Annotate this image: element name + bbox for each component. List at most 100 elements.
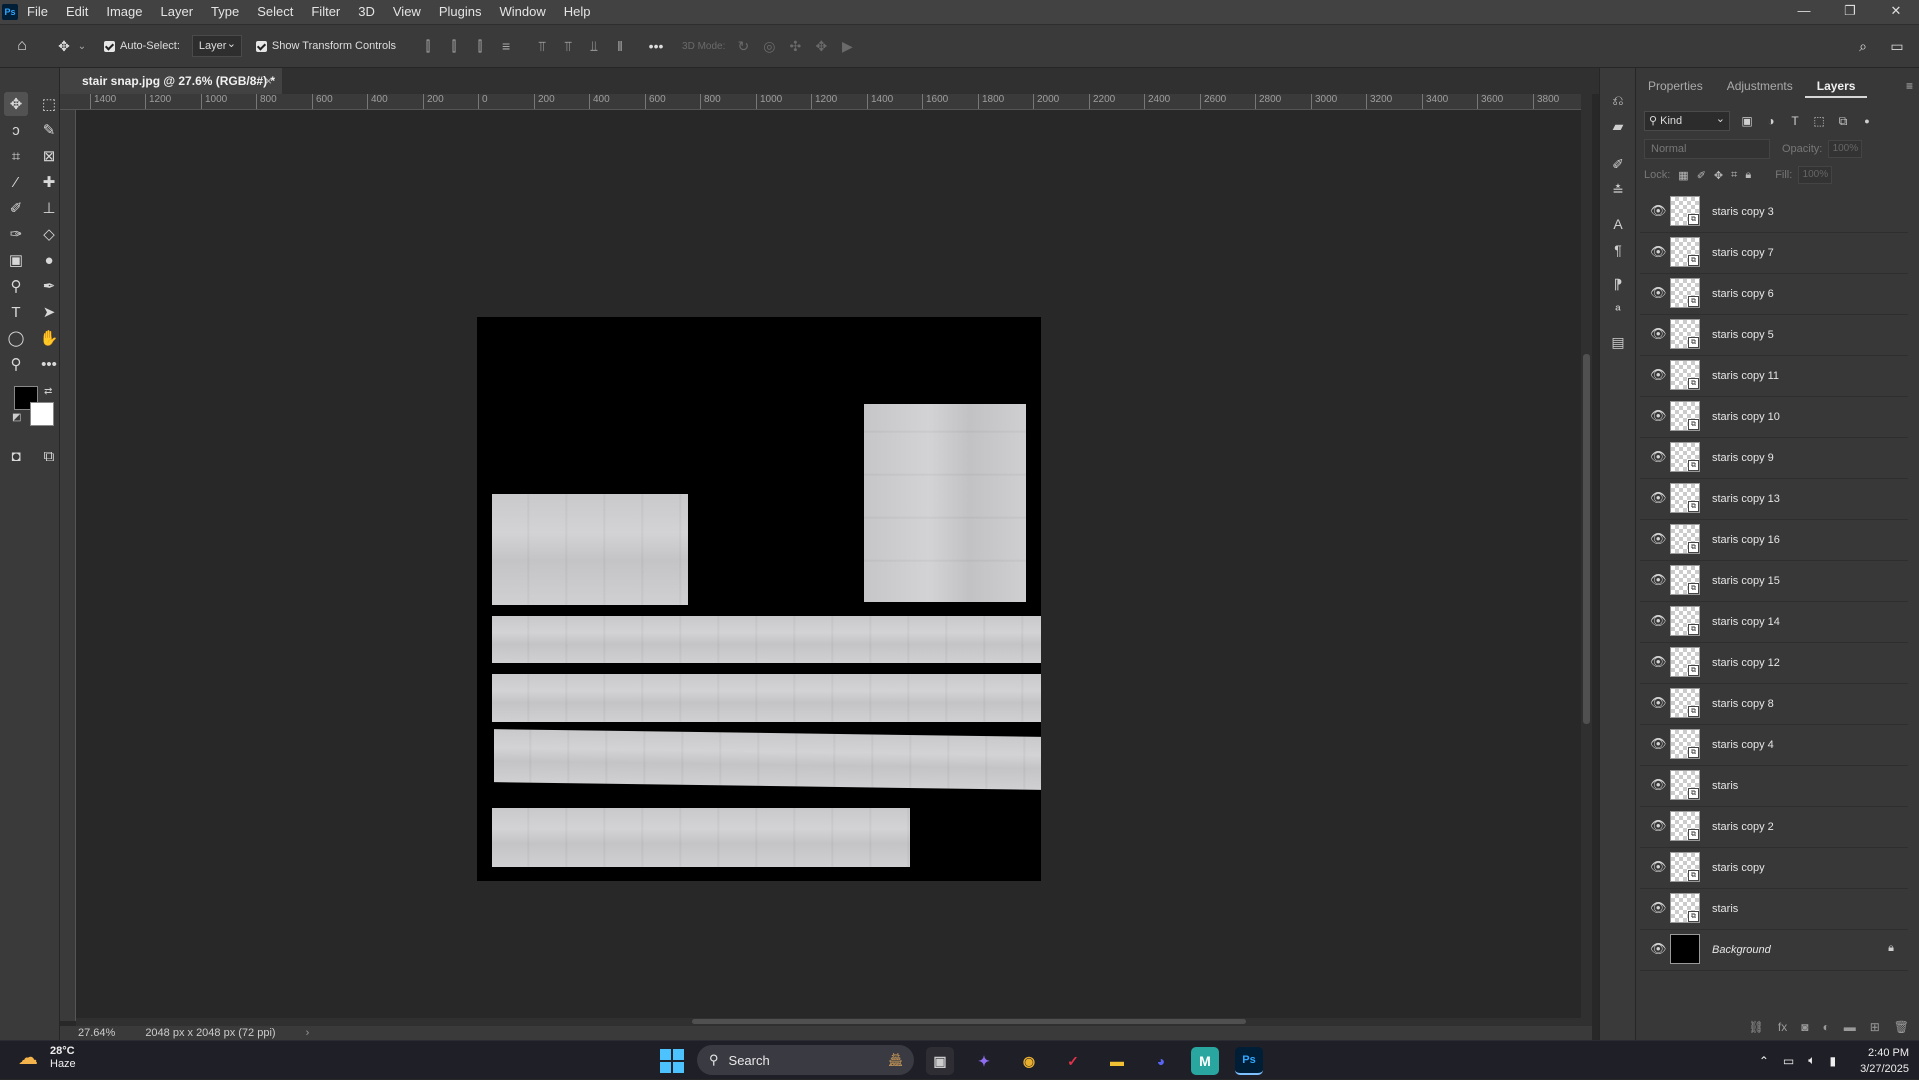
- quick-select-tool-icon[interactable]: ✎: [37, 118, 61, 142]
- marquee-tool-icon[interactable]: ⬚: [37, 92, 61, 116]
- 3d-slide-icon[interactable]: ✥: [813, 38, 829, 55]
- add-mask-icon[interactable]: ◙: [1801, 1020, 1808, 1034]
- stamp-tool-icon[interactable]: ⊥: [37, 196, 61, 220]
- brush-tool-icon[interactable]: ✐: [4, 196, 28, 220]
- hand-tool-icon[interactable]: ✋: [37, 326, 61, 350]
- smart-object-filter-icon[interactable]: ⧉: [1836, 114, 1850, 129]
- eye-icon[interactable]: 👁︎: [1650, 532, 1667, 546]
- eye-icon[interactable]: 👁︎: [1650, 655, 1667, 669]
- document-canvas[interactable]: [477, 317, 1041, 881]
- layer-row[interactable]: 👁︎ ⧉ staris copy 12: [1640, 643, 1908, 684]
- link-layers-icon[interactable]: ⛓: [1749, 1020, 1764, 1034]
- align-bottom-icon[interactable]: ⫫: [586, 38, 602, 55]
- scrollbar-thumb[interactable]: [1583, 354, 1590, 724]
- workspace-icon[interactable]: ▭: [1889, 38, 1905, 55]
- type-tool-icon[interactable]: T: [4, 300, 28, 324]
- app-icon[interactable]: ✓: [1059, 1047, 1087, 1075]
- ellipse-tool-icon[interactable]: ◯: [4, 326, 28, 350]
- opacity-input[interactable]: 100%: [1828, 140, 1863, 158]
- minimize-button[interactable]: —: [1781, 0, 1827, 24]
- swap-colors-icon[interactable]: ⇄: [44, 386, 52, 397]
- chevron-up-icon[interactable]: ⌃: [1759, 1054, 1769, 1068]
- eye-icon[interactable]: 👁︎: [1650, 901, 1667, 915]
- lock-position-icon[interactable]: ✥: [1714, 169, 1723, 182]
- eye-icon[interactable]: 👁︎: [1650, 245, 1667, 259]
- delete-layer-icon[interactable]: 🗑︎: [1894, 1020, 1909, 1034]
- eye-icon[interactable]: 👁︎: [1650, 819, 1667, 833]
- adjustment-layer-icon[interactable]: ◐: [1822, 1020, 1829, 1034]
- eye-icon[interactable]: 👁︎: [1650, 491, 1667, 505]
- layer-row[interactable]: 👁︎ ⧉ staris: [1640, 766, 1908, 807]
- distribute-icon[interactable]: ≡: [498, 38, 514, 54]
- fill-input[interactable]: 100%: [1798, 166, 1833, 184]
- layer-row[interactable]: 👁︎ ⧉ staris copy 10: [1640, 397, 1908, 438]
- layer-row[interactable]: 👁︎ ⧉ staris copy 15: [1640, 561, 1908, 602]
- 3d-pan-icon[interactable]: ✣: [787, 38, 803, 55]
- 3d-camera-icon[interactable]: ▶: [839, 38, 855, 55]
- layer-row[interactable]: 👁︎ ⧉ staris copy 11: [1640, 356, 1908, 397]
- pen-tool-icon[interactable]: ✒: [37, 274, 61, 298]
- menu-file[interactable]: File: [18, 0, 57, 24]
- layer-row[interactable]: 👁︎ ⧉ staris copy 16: [1640, 520, 1908, 561]
- swatches-icon[interactable]: ▤: [1608, 332, 1628, 352]
- file-explorer-icon[interactable]: ▬: [1103, 1047, 1131, 1075]
- app-m-icon[interactable]: M: [1191, 1047, 1219, 1075]
- layer-row[interactable]: 👁︎ ⧉ staris copy 6: [1640, 274, 1908, 315]
- eraser-tool-icon[interactable]: ◇: [37, 222, 61, 246]
- type-filter-icon[interactable]: T: [1788, 114, 1802, 128]
- layer-row[interactable]: 👁︎ ⧉ staris: [1640, 889, 1908, 930]
- menu-select[interactable]: Select: [248, 0, 302, 24]
- pixel-filter-icon[interactable]: ▣: [1740, 114, 1754, 128]
- move-tool-icon[interactable]: ✥: [4, 92, 28, 116]
- filter-kind-dropdown[interactable]: ⚲ Kind: [1644, 110, 1730, 131]
- menu-edit[interactable]: Edit: [57, 0, 97, 24]
- quick-mask-icon[interactable]: ◘: [4, 444, 28, 468]
- volume-icon[interactable]: 🔈︎: [1808, 1053, 1815, 1068]
- new-layer-icon[interactable]: ⊞: [1870, 1020, 1880, 1034]
- checkbox-icon[interactable]: [104, 40, 115, 52]
- layer-row-background[interactable]: 👁︎ Background 🔒︎: [1640, 930, 1908, 971]
- align-center-icon[interactable]: ⫿: [446, 38, 462, 55]
- eye-icon[interactable]: 👁︎: [1650, 573, 1667, 587]
- checkbox-icon[interactable]: [255, 40, 267, 52]
- panel-menu-icon[interactable]: ≡: [1906, 79, 1913, 93]
- filter-toggle-icon[interactable]: ●: [1860, 116, 1874, 126]
- canvas-workspace[interactable]: [76, 110, 1592, 1021]
- brush-settings-icon[interactable]: ✐: [1608, 154, 1628, 174]
- show-transform-checkbox[interactable]: Show Transform Controls: [255, 40, 396, 52]
- align-right-icon[interactable]: ⫿: [472, 38, 488, 55]
- stair-tread-image[interactable]: [494, 729, 1041, 790]
- discord-icon[interactable]: ◕: [1147, 1047, 1175, 1075]
- new-group-icon[interactable]: ▬: [1844, 1020, 1856, 1034]
- background-color-swatch[interactable]: [30, 402, 54, 426]
- stair-tread-image[interactable]: [492, 674, 1041, 722]
- zoom-tool-icon[interactable]: ⚲: [4, 352, 28, 376]
- more-options-icon[interactable]: •••: [648, 38, 664, 54]
- eye-icon[interactable]: 👁︎: [1650, 737, 1667, 751]
- close-button[interactable]: ✕: [1873, 0, 1919, 24]
- close-tab-icon[interactable]: ×: [265, 68, 272, 94]
- menu-window[interactable]: Window: [490, 0, 554, 24]
- copilot-icon[interactable]: ✦: [970, 1047, 998, 1075]
- menu-image[interactable]: Image: [97, 0, 151, 24]
- eye-icon[interactable]: 👁︎: [1650, 860, 1667, 874]
- stair-tread-image[interactable]: [492, 494, 688, 605]
- blur-tool-icon[interactable]: ●: [37, 248, 61, 272]
- paragraph-styles-icon[interactable]: ⁋: [1608, 274, 1628, 294]
- tab-adjustments[interactable]: Adjustments: [1715, 74, 1805, 98]
- menu-3d[interactable]: 3D: [349, 0, 384, 24]
- 3d-roll-icon[interactable]: ◎: [761, 38, 777, 55]
- lock-all-icon[interactable]: 🔒︎: [1745, 169, 1751, 182]
- auto-select-checkbox[interactable]: Auto-Select:: [104, 40, 180, 52]
- paragraph-icon[interactable]: ¶: [1608, 240, 1628, 260]
- gradient-tool-icon[interactable]: ▣: [4, 248, 28, 272]
- restore-button[interactable]: ❐: [1827, 0, 1873, 24]
- scrollbar-thumb[interactable]: [692, 1019, 1246, 1024]
- layer-row[interactable]: 👁︎ ⧉ staris copy 5: [1640, 315, 1908, 356]
- layer-row[interactable]: 👁︎ ⧉ staris copy 2: [1640, 807, 1908, 848]
- align-top-icon[interactable]: ⫪: [534, 38, 550, 55]
- layer-row[interactable]: 👁︎ ⧉ staris copy 8: [1640, 684, 1908, 725]
- lock-pixels-icon[interactable]: ✐: [1697, 169, 1706, 182]
- crop-tool-icon[interactable]: ⌗: [4, 144, 28, 168]
- lock-artboard-icon[interactable]: ⌗: [1731, 169, 1737, 182]
